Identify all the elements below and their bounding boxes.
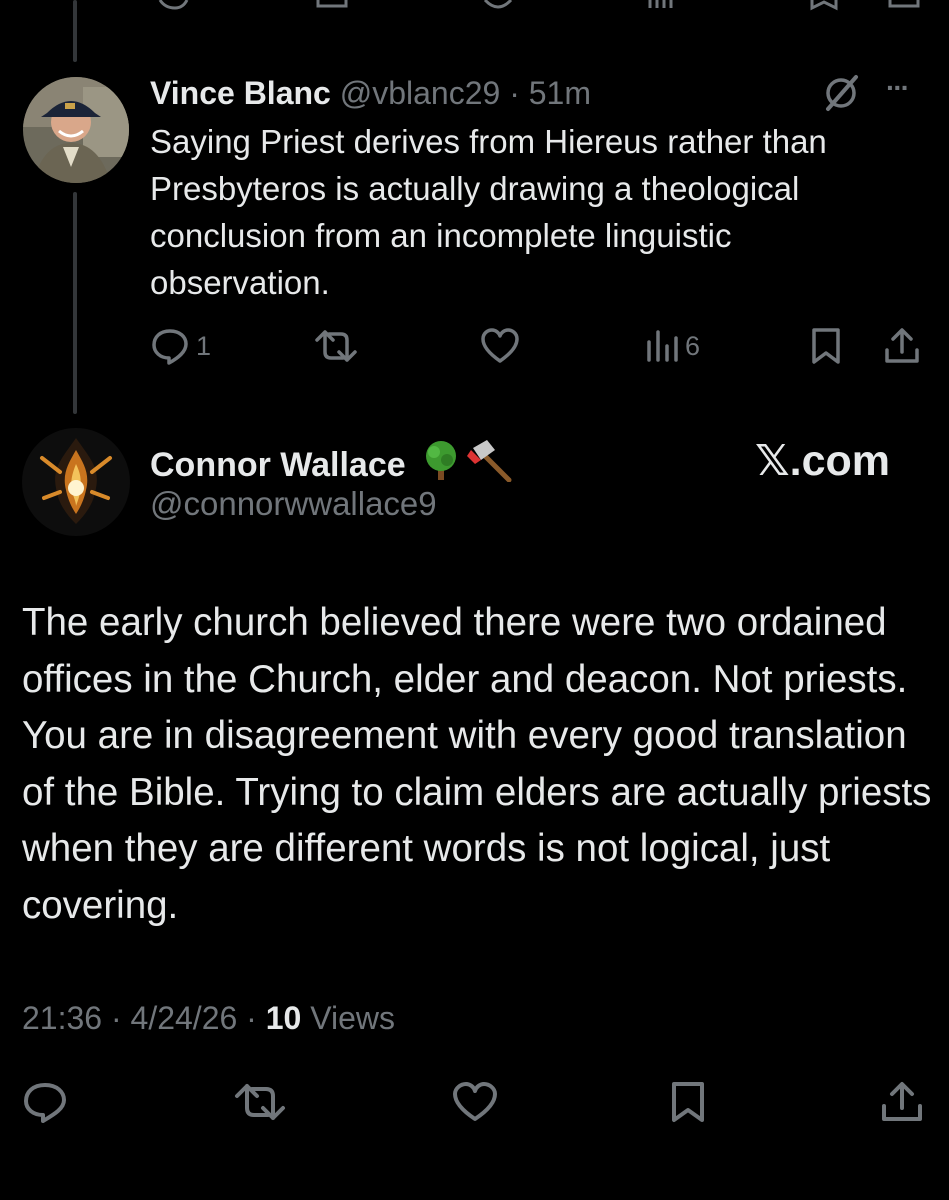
reply-views-button[interactable]: 6 — [645, 326, 700, 366]
main-author-name[interactable]: Connor Wallace — [150, 446, 406, 484]
x-watermark: 𝕏.com — [755, 437, 891, 485]
speech-bubble-icon — [24, 1083, 66, 1123]
repost-arrows-icon — [315, 330, 357, 362]
reply-author-name[interactable]: Vince Blanc — [150, 75, 331, 111]
reply-bookmark-button[interactable] — [808, 326, 844, 366]
reply-repost-button[interactable] — [313, 326, 359, 366]
main-reply-button[interactable] — [22, 1080, 68, 1124]
bookmark-icon — [812, 328, 840, 364]
share-upload-icon — [885, 328, 919, 363]
connor-avatar[interactable] — [22, 428, 130, 536]
reply-share-button[interactable] — [882, 326, 922, 366]
reply-tweet[interactable]: Vince Blanc @vblanc29 · 51m ··· Saying P… — [0, 60, 949, 410]
reply-text: Saying Priest derives from Hiereus rathe… — [150, 123, 827, 301]
reply-header: Vince Blanc @vblanc29 · 51m — [150, 73, 591, 113]
author-emojis — [421, 438, 521, 482]
tree-icon — [426, 441, 457, 480]
previous-reply-icon — [158, 0, 189, 10]
main-tweet-text: The early church believed there were two… — [22, 601, 932, 927]
bar-chart-icon — [647, 330, 678, 362]
main-bookmark-button[interactable] — [667, 1080, 709, 1124]
reply-count: 1 — [196, 330, 212, 361]
main-tweet: Connor Wallace @connorwwallace9 𝕏.com Th… — [0, 420, 949, 1200]
share-upload-icon — [882, 1082, 922, 1121]
reply-like-button[interactable] — [479, 326, 521, 366]
heart-icon — [481, 328, 519, 363]
more-options-button[interactable]: ··· — [886, 72, 910, 104]
previous-bookmark-icon — [810, 0, 838, 11]
main-repost-button[interactable] — [233, 1080, 287, 1124]
speech-bubble-icon — [152, 329, 188, 365]
vince-avatar[interactable] — [23, 77, 129, 183]
heart-icon — [453, 1082, 497, 1121]
reply-handle[interactable]: @vblanc29 — [340, 75, 501, 111]
tweet-date[interactable]: 4/24/26 — [131, 1000, 238, 1036]
previous-like-icon — [483, 0, 513, 9]
views-count: 10 — [265, 1000, 302, 1036]
main-author-line: Connor Wallace — [150, 438, 521, 486]
repost-arrows-icon — [235, 1084, 285, 1120]
reply-reply-button[interactable]: 1 — [150, 326, 211, 366]
grok-icon[interactable] — [822, 74, 860, 112]
views-label: Views — [310, 1000, 395, 1036]
previous-views-icon — [648, 0, 673, 8]
main-share-button[interactable] — [879, 1080, 925, 1124]
previous-tweet-action-bar — [0, 0, 949, 14]
previous-repost-icon — [316, 0, 348, 8]
timestamp-separator-2: · — [246, 1000, 257, 1036]
reply-time[interactable]: 51m — [529, 75, 591, 111]
main-like-button[interactable] — [451, 1080, 499, 1124]
timestamp-line: 21:36 · 4/24/26 · 10 Views — [22, 998, 395, 1038]
timestamp-separator: · — [110, 1000, 122, 1036]
reply-views-count: 6 — [685, 330, 701, 361]
axe-icon — [467, 440, 512, 482]
tweet-time[interactable]: 21:36 — [22, 1000, 102, 1036]
thread-line-top — [73, 0, 77, 62]
reply-separator: · — [509, 75, 520, 111]
previous-share-icon — [888, 0, 920, 8]
main-handle[interactable]: @connorwwallace9 — [150, 483, 437, 525]
bookmark-icon — [672, 1082, 704, 1122]
